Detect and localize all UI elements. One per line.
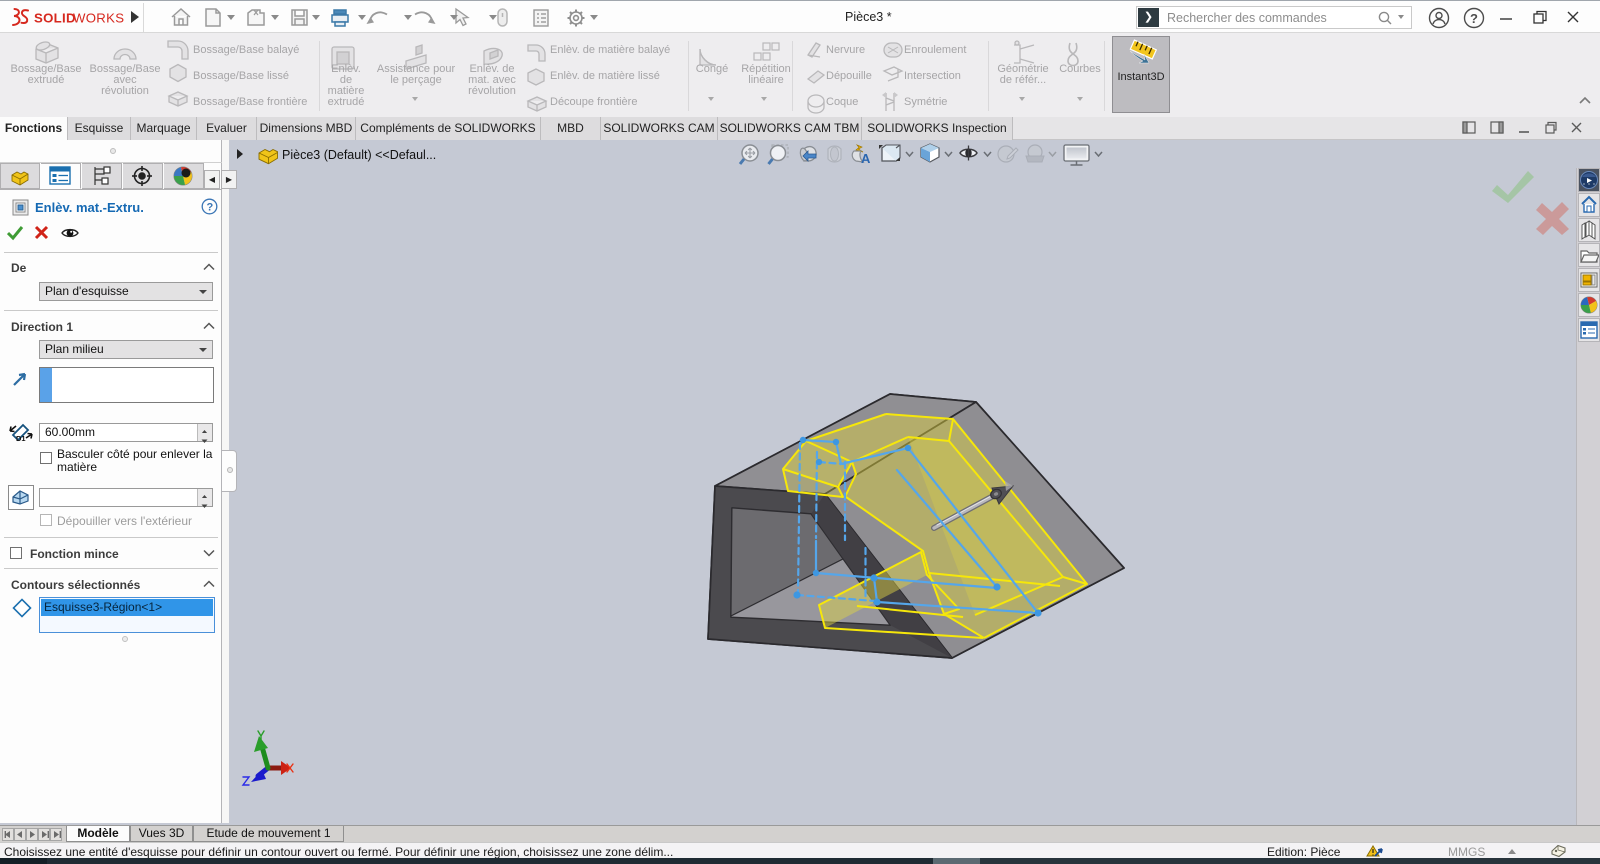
svg-text:?: ? bbox=[1470, 11, 1478, 26]
svg-text:?: ? bbox=[207, 202, 214, 214]
svg-text:D1: D1 bbox=[16, 434, 26, 443]
svg-text:Pièce3 (Default) <<Defaul...: Pièce3 (Default) <<Defaul... bbox=[282, 148, 436, 162]
svg-text:A: A bbox=[861, 151, 871, 166]
svg-text:WORKS: WORKS bbox=[73, 11, 124, 26]
svg-text:SOLID: SOLID bbox=[34, 11, 76, 26]
